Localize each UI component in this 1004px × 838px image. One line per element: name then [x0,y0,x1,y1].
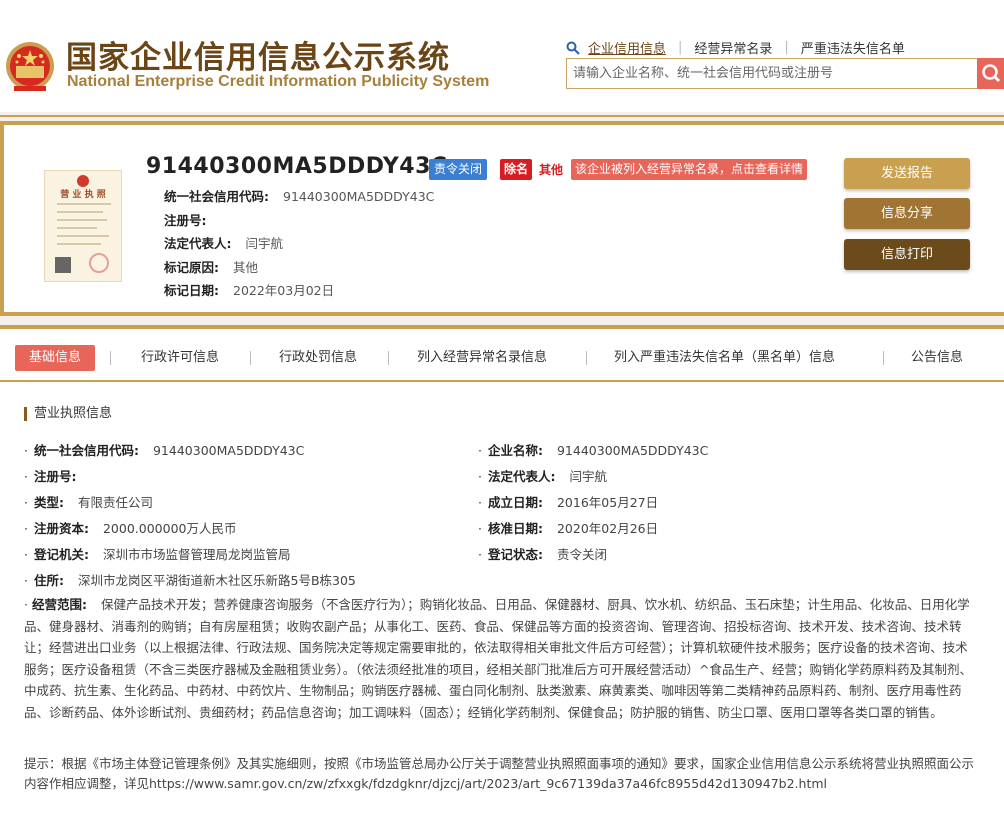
mark-reason-text: 其他 [539,163,564,177]
nav-blacklist-link[interactable]: 严重违法失信名单 [801,38,905,57]
qr-code-icon [55,257,71,273]
tab-separator [883,351,884,365]
site-title-cn: 国家企业信用信息公示系统 [66,40,450,76]
nav-separator: | [784,40,789,55]
site-header: 国家企业信用信息公示系统 National Enterprise Credit … [0,0,1004,112]
field-legal-rep: · 法定代表人: 闫宇航 [478,469,607,484]
tab-admin-penalty[interactable]: 行政处罚信息 [279,345,357,371]
status-badge: 责令关闭 [429,159,488,180]
tab-separator [250,351,251,365]
business-scope-text: 保健产品技术开发；营养健康咨询服务（不含医疗行为）；购销化妆品、日用品、保健器材… [24,597,972,720]
site-title-en: National Enterprise Credit Information P… [67,73,490,90]
license-text-line [57,243,101,245]
field-address: · 住所: 深圳市龙岗区平湖街道新木社区乐新路5号B栋305 [24,573,356,588]
summary-row-mark-date: 标记日期: 2022年03月02日 [164,283,335,298]
business-license-image: 营 业 执 照 [44,170,122,282]
abnormal-list-notice-link[interactable]: 该企业被列入经营异常名录，点击查看详情 [571,159,808,180]
tab-separator [110,351,111,365]
field-registration-authority: · 登记机关: 深圳市市场监督管理局龙岗监管局 [24,547,291,562]
nav-separator: | [678,40,683,55]
license-text-line [57,219,107,221]
tab-announcements[interactable]: 公告信息 [911,345,963,371]
tab-separator [586,351,587,365]
send-report-button[interactable]: 发送报告 [844,158,970,189]
tab-admin-license[interactable]: 行政许可信息 [141,345,219,371]
detail-section: 基础信息 行政许可信息 行政处罚信息 列入经营异常名录信息 列入严重违法失信名单… [0,325,1004,838]
adjustment-notice: 提示：根据《市场主体登记管理条例》及其实施细则，按照《市场监管总局办公厅关于调整… [24,756,975,791]
license-text-line [57,203,111,205]
tab-basic-info[interactable]: 基础信息 [15,345,96,371]
field-business-scope: · 经营范围: 保健产品技术开发；营养健康咨询服务（不含医疗行为）；购销化妆品、日… [24,597,972,720]
tab-blacklist[interactable]: 列入严重违法失信名单（黑名单）信息 [614,345,835,371]
license-text-line [57,211,103,213]
search-icon [982,64,1001,83]
tab-separator [388,351,389,365]
nav-abnormal-list-link[interactable]: 经营异常名录 [694,38,772,57]
field-type: · 类型: 有限责任公司 [24,495,153,510]
search-input[interactable] [567,59,977,88]
field-reg-no: · 注册号: [24,469,77,484]
enterprise-summary-card: 营 业 执 照 91440300MA5DDDY43C 责令关闭 除名 其他 该企… [0,121,1004,316]
license-title: 营 业 执 照 [60,190,106,200]
search-button[interactable] [977,58,1004,89]
enterprise-code-title: 91440300MA5DDDY43C [146,154,448,179]
summary-info-list: 统一社会信用代码: 91440300MA5DDDY43C 注册号: 法定代表人: 闫… [164,185,434,303]
search-bar [566,58,1004,89]
top-nav: 企业信用信息 | 经营异常名录 | 严重违法失信名单 [566,38,905,57]
field-registration-status: · 登记状态: 责令关闭 [478,547,607,562]
info-tabs: 基础信息 行政许可信息 行政处罚信息 列入经营异常名录信息 列入严重违法失信名单… [0,329,1004,382]
summary-row-credit-code: 统一社会信用代码: 91440300MA5DDDY43C [164,189,435,204]
field-established-date: · 成立日期: 2016年05月27日 [478,495,659,510]
license-stamp-icon [89,253,109,273]
national-emblem-icon [6,42,54,91]
removed-badge: 除名 [500,159,533,180]
divider [0,115,1004,117]
tab-abnormal-list[interactable]: 列入经营异常名录信息 [417,345,547,371]
summary-row-mark-reason: 标记原因: 其他 [164,259,259,275]
license-text-line [57,227,97,229]
print-info-button[interactable]: 信息打印 [844,239,970,270]
field-enterprise-name: · 企业名称: 91440300MA5DDDY43C [478,443,709,458]
field-registered-capital: · 注册资本: 2000.000000万人民币 [24,521,237,536]
summary-row-reg-no: 注册号: [164,212,207,228]
field-approval-date: · 核准日期: 2020年02月26日 [478,521,659,536]
license-text-line [57,235,109,237]
section-title-business-license: 营业执照信息 [24,407,112,421]
summary-row-legal-rep: 法定代表人: 闫宇航 [164,236,284,251]
field-credit-code: · 统一社会信用代码: 91440300MA5DDDY43C [24,443,305,458]
nav-enterprise-credit-link[interactable]: 企业信用信息 [588,38,666,57]
share-info-button[interactable]: 信息分享 [844,198,970,229]
search-icon [566,41,580,55]
license-seal-icon [77,175,89,187]
